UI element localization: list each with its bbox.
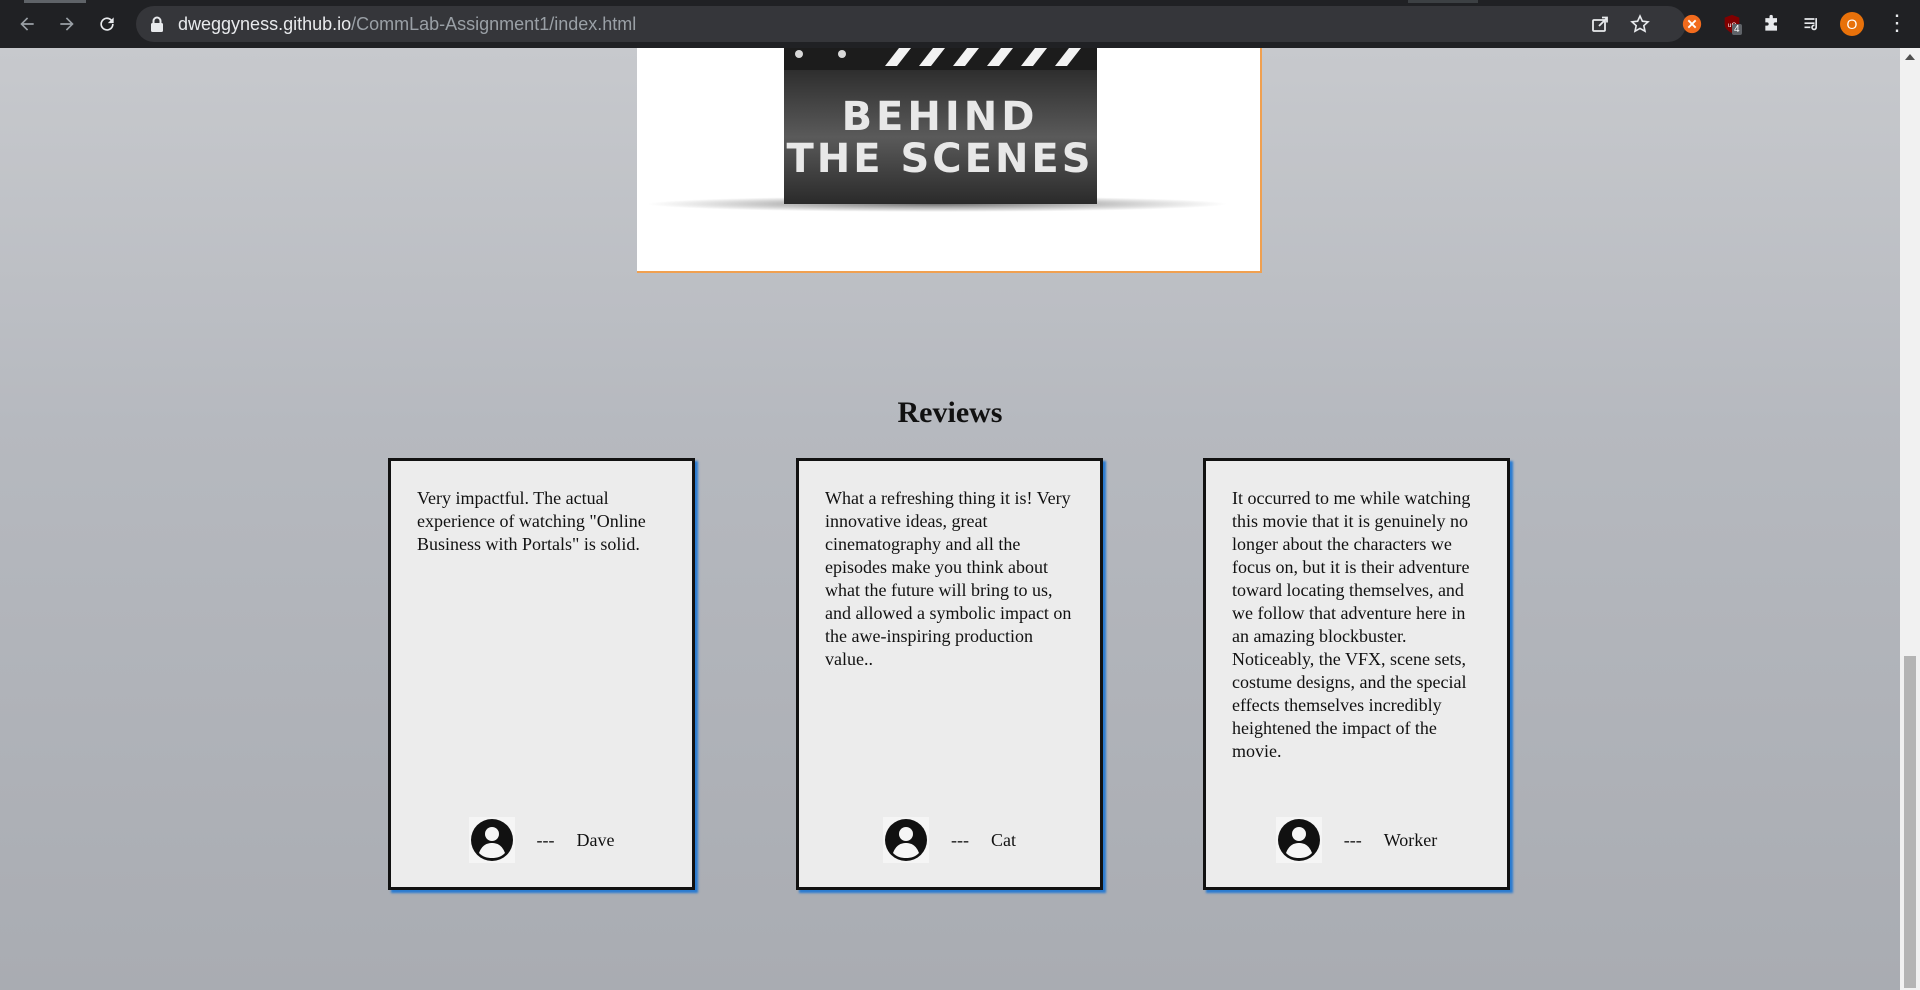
extensions-puzzle-icon[interactable] [1760, 12, 1784, 36]
scroll-up-arrow-icon[interactable] [1905, 54, 1915, 60]
review-footer: --- Worker [1206, 817, 1507, 863]
tab-indicator [1408, 0, 1478, 3]
clapperboard-text-line2: THE SCENES [786, 136, 1093, 182]
address-bar[interactable]: dweggyness.github.io/CommLab-Assignment1… [136, 6, 1686, 42]
user-avatar-icon [468, 817, 515, 863]
reviews-heading: Reviews [897, 396, 1003, 429]
review-author: Worker [1383, 829, 1438, 850]
url-domain: dweggyness.github.io [178, 14, 352, 34]
review-author: Dave [576, 829, 615, 850]
profile-avatar[interactable]: O [1840, 12, 1864, 36]
arrow-left-icon [20, 17, 34, 31]
arrow-right-icon [60, 17, 74, 31]
tab-indicator [24, 0, 86, 3]
review-author: Cat [990, 829, 1016, 850]
reload-button[interactable] [93, 10, 121, 38]
review-card: What a refreshing thing it is! Very inno… [796, 458, 1103, 890]
user-avatar-icon [1275, 817, 1322, 863]
review-text: Very impactful. The actual experience of… [417, 488, 646, 554]
page-viewport: BEHIND THE SCENES Reviews Very impactful… [0, 48, 1900, 990]
url-text[interactable]: dweggyness.github.io/CommLab-Assignment1… [178, 14, 636, 35]
review-footer: --- Cat [799, 817, 1100, 863]
reload-icon [100, 17, 114, 31]
share-icon[interactable] [1590, 14, 1610, 34]
review-dashes: --- [1343, 829, 1362, 850]
review-card: Very impactful. The actual experience of… [388, 458, 695, 890]
lock-icon [151, 16, 163, 32]
review-dashes: --- [951, 829, 969, 850]
clapperboard-text-line1: BEHIND [842, 94, 1039, 140]
reading-list-icon[interactable] [1800, 12, 1824, 36]
back-button[interactable] [13, 10, 41, 38]
ublock-badge: 4 [1732, 24, 1742, 35]
clapperboard-image: BEHIND THE SCENES [647, 48, 1227, 212]
behind-the-scenes-card: BEHIND THE SCENES [637, 48, 1262, 273]
scrollbar-thumb[interactable] [1904, 656, 1916, 988]
review-card: It occurred to me while watching this mo… [1203, 458, 1510, 890]
ublock-origin-icon[interactable]: uO 4 [1720, 12, 1744, 36]
review-text: It occurred to me while watching this mo… [1232, 488, 1471, 761]
page-scrollbar[interactable] [1900, 48, 1920, 990]
review-footer: --- Dave [391, 817, 692, 863]
forward-button[interactable] [53, 10, 81, 38]
browser-menu-icon[interactable]: ⋮ [1886, 12, 1908, 36]
review-text: What a refreshing thing it is! Very inno… [825, 488, 1072, 669]
url-path: /CommLab-Assignment1/index.html [351, 14, 637, 34]
extension-orange-icon[interactable] [1680, 12, 1704, 36]
browser-toolbar: dweggyness.github.io/CommLab-Assignment1… [0, 0, 1920, 48]
bookmark-star-icon[interactable] [1630, 14, 1650, 34]
review-dashes: --- [536, 829, 555, 850]
user-avatar-icon [883, 817, 929, 863]
